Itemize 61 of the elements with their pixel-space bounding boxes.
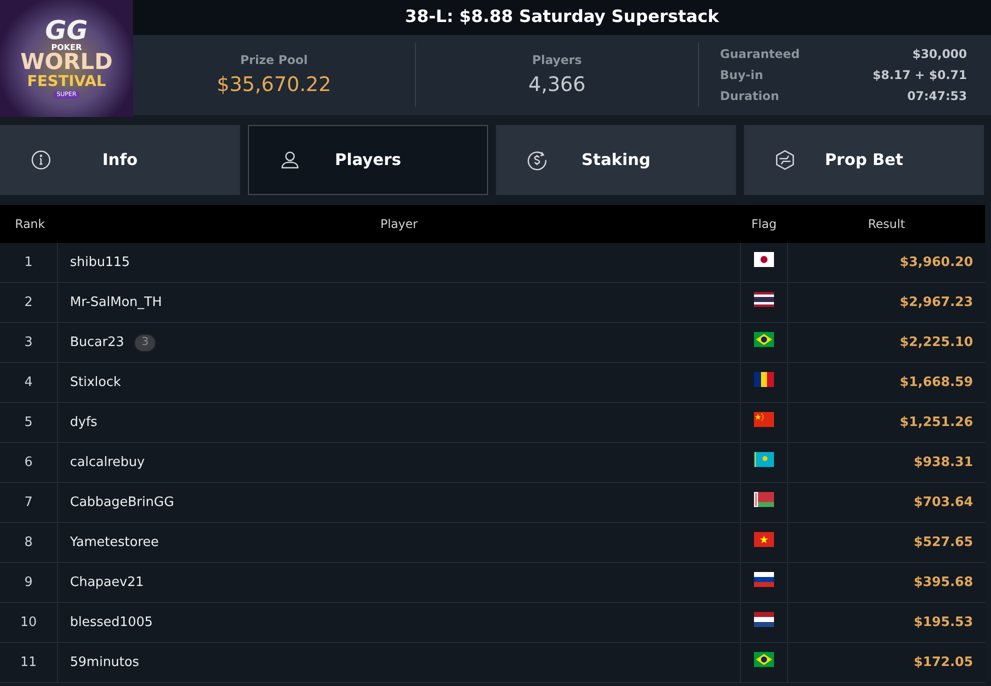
result-cell-text: $527.65 xyxy=(912,534,974,552)
player-name: calcalrebuy xyxy=(70,454,145,472)
detail-value: 07:47:53 xyxy=(907,88,967,105)
result-cell-text: $1,251.26 xyxy=(898,414,974,432)
result-cell-text: $1,668.59 xyxy=(898,374,974,392)
column-header: Player xyxy=(379,216,419,233)
player-name: blessed1005 xyxy=(70,614,153,632)
column-header: Flag xyxy=(750,216,778,233)
result-cell-text: $2,225.10 xyxy=(898,334,974,352)
tab[interactable]: Staking xyxy=(496,125,736,195)
result-cell-text: $2,967.23 xyxy=(898,294,974,312)
rank-cell: 7 xyxy=(0,483,58,522)
logo-word: WORLD xyxy=(20,52,113,74)
player-name: Mr-SalMon_TH xyxy=(70,294,162,312)
player-name: Stixlock xyxy=(70,374,121,392)
player-name: CabbageBrinGG xyxy=(70,494,174,512)
player-name: shibu115 xyxy=(70,254,130,272)
player-name: Yametestoree xyxy=(70,534,159,552)
tab[interactable]: Prop Bet xyxy=(744,125,984,195)
result-cell-text: $195.53 xyxy=(912,614,974,632)
rank-cell: 4 xyxy=(0,363,58,402)
rank-cell: 11 xyxy=(0,643,58,682)
player-name: Chapaev21 xyxy=(70,574,144,592)
stat-value: 4,366 xyxy=(528,71,586,98)
column-header: Rank xyxy=(14,216,46,233)
rank-cell: 10 xyxy=(0,603,58,642)
tab[interactable]: Players xyxy=(248,125,488,195)
detail-label: Guaranteed xyxy=(720,46,800,63)
tournament-title: 38-L: $8.88 Saturday Superstack xyxy=(133,0,991,35)
person-icon xyxy=(279,149,301,171)
detail-label: Duration xyxy=(720,88,780,105)
stat-label: Prize Pool xyxy=(240,52,308,69)
logo-word: FESTIVAL xyxy=(27,74,106,89)
result-cell-text: $395.68 xyxy=(912,574,974,592)
tab[interactable]: Info xyxy=(0,125,240,195)
rank-cell: 2 xyxy=(0,283,58,322)
count-badge: 3 xyxy=(134,334,156,352)
result-cell-text: $3,960.20 xyxy=(898,254,974,272)
logo-brand: GG xyxy=(45,18,88,44)
result-cell-text: $938.31 xyxy=(912,454,974,472)
detail-label: Buy-in xyxy=(720,67,764,84)
column-header: Result xyxy=(866,216,906,233)
rank-cell: 9 xyxy=(0,563,58,602)
hexagon-bolt-icon xyxy=(774,149,796,171)
player-name: Bucar23 xyxy=(70,334,124,352)
result-cell-text: $172.05 xyxy=(912,654,974,672)
logo-sub: POKER xyxy=(51,44,82,52)
rank-cell: 8 xyxy=(0,523,58,562)
info-icon xyxy=(30,149,52,171)
rank-cell: 6 xyxy=(0,443,58,482)
detail-value: $30,000 xyxy=(912,46,967,63)
result-cell-text: $703.64 xyxy=(912,494,974,512)
player-name: dyfs xyxy=(70,414,98,432)
dollar-circle-icon xyxy=(526,149,548,171)
rank-cell: 1 xyxy=(0,243,58,282)
detail-value: $8.17 + $0.71 xyxy=(872,67,967,84)
rank-cell: 5 xyxy=(0,403,58,442)
stat-label: Players xyxy=(532,52,582,69)
rank-cell: 3 xyxy=(0,323,58,362)
stat-value: $35,670.22 xyxy=(216,71,332,98)
player-name: 59minutos xyxy=(70,654,140,672)
